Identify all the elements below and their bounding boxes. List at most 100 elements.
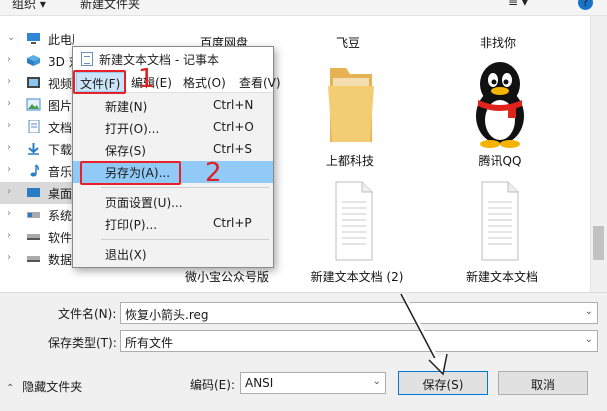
new-folder-button[interactable]: 新建文件夹 (80, 0, 140, 12)
menu-separator (101, 239, 269, 240)
hide-folders-label: 隐藏文件夹 (22, 380, 83, 394)
menu-item-shortcut: Ctrl+N (213, 98, 254, 112)
chevron-right-icon[interactable]: › (7, 208, 11, 219)
chevron-right-icon[interactable]: › (7, 120, 11, 131)
scrollbar-thumb[interactable] (593, 226, 604, 260)
nav-item-software-drive[interactable]: › 软件 (0, 226, 74, 248)
organize-button[interactable]: 组织 ▾ (12, 0, 46, 12)
file-item-feidou[interactable]: 飞豆 (300, 34, 396, 51)
file-item-new-text-doc[interactable]: 新建文本文档 (450, 268, 554, 285)
menu-separator (101, 187, 269, 188)
notepad-titlebar[interactable]: 新建文本文档 - 记事本 (73, 47, 273, 71)
menu-item-label: 退出(X) (105, 248, 147, 262)
chevron-right-icon[interactable]: › (7, 164, 11, 175)
menu-item-label: 页面设置(U)... (105, 196, 183, 210)
nav-item-label: 桌面 (48, 187, 73, 201)
chevron-down-icon[interactable]: ⌄ (585, 334, 593, 345)
desktop-icon (27, 188, 40, 197)
drive-icon (27, 256, 40, 262)
text-document-icon[interactable] (334, 180, 374, 262)
nav-item-data-drive[interactable]: › 数据 (E:) (0, 248, 74, 270)
menu-item-shortcut: Ctrl+S (213, 142, 253, 156)
nav-item-label: 音乐 (48, 165, 73, 179)
menu-item-shortcut: Ctrl+O (213, 120, 254, 134)
file-item-weixiaobao[interactable]: 微小宝公众号版 (172, 268, 282, 285)
nav-item-system-drive[interactable]: › 系统 (0, 204, 74, 226)
chevron-right-icon[interactable]: › (7, 76, 11, 87)
filename-label: 文件名(N): (58, 307, 117, 321)
nav-item-label: 下载 (48, 143, 73, 157)
encoding-label: 编码(E): (190, 378, 235, 392)
annotation-box-file-menu (73, 70, 126, 94)
annotation-arrow-icon (400, 293, 448, 376)
3d-objects-icon (27, 55, 40, 66)
filetype-select[interactable]: 所有文件 ⌄ (120, 330, 598, 352)
encoding-value: ANSI (245, 376, 274, 390)
video-icon (27, 77, 40, 88)
hide-folders-toggle[interactable]: ⌃ 隐藏文件夹 (6, 378, 82, 395)
nav-item-desktop[interactable]: › 桌面 (0, 182, 74, 204)
menu-item-label: 打开(O)... (105, 122, 160, 136)
nav-item-pictures[interactable]: › 图片 (0, 94, 74, 116)
navigation-pane: ⌄ 此电脑 › 3D 对 › 视频 › 图片 › 文档 › 下载 › 音乐 › … (0, 16, 74, 292)
nav-item-label: 文档 (48, 121, 73, 135)
nav-item-label: 数据 (E:) (48, 253, 74, 267)
annotation-step-1: 1 (138, 64, 155, 94)
view-options-icon[interactable]: ≡ ▾ (508, 0, 528, 9)
command-toolbar: 组织 ▾ 新建文件夹 ≡ ▾ ? (0, 0, 607, 16)
menu-item-open[interactable]: 打开(O)... Ctrl+O (73, 117, 273, 139)
document-icon (28, 120, 40, 133)
chevron-right-icon[interactable]: › (7, 186, 11, 197)
menu-item-save[interactable]: 保存(S) Ctrl+S (73, 139, 273, 161)
menu-item-page-setup[interactable]: 页面设置(U)... (73, 191, 273, 213)
picture-icon (26, 98, 41, 111)
nav-item-videos[interactable]: › 视频 (0, 72, 74, 94)
nav-item-3d-objects[interactable]: › 3D 对 (0, 50, 74, 72)
annotation-box-save-as (80, 161, 181, 185)
menu-format[interactable]: 格式(O) (183, 74, 226, 91)
nav-item-label: 图片 (48, 99, 73, 113)
menu-item-new[interactable]: 新建(N) Ctrl+N (73, 95, 273, 117)
chevron-right-icon[interactable]: › (7, 252, 11, 263)
download-icon (28, 143, 39, 155)
chevron-down-icon[interactable]: ⌄ (585, 306, 593, 317)
chevron-down-icon[interactable]: ⌄ (7, 32, 15, 43)
menu-item-print[interactable]: 打印(P)... Ctrl+P (73, 213, 273, 235)
nav-item-downloads[interactable]: › 下载 (0, 138, 74, 160)
filename-input[interactable]: 恢复小箭头.reg ⌄ (120, 302, 598, 324)
encoding-select[interactable]: ANSI ⌄ (240, 372, 386, 394)
chevron-right-icon[interactable]: › (7, 98, 11, 109)
menu-item-exit[interactable]: 退出(X) (73, 243, 273, 265)
filename-value: 恢复小箭头.reg (125, 308, 209, 322)
chevron-right-icon[interactable]: › (7, 142, 11, 153)
chevron-down-icon[interactable]: ⌄ (373, 376, 381, 387)
file-item-shangdu-tech[interactable]: 上都科技 (300, 152, 400, 169)
file-item-feizhaoni[interactable]: 非找你 (450, 34, 546, 51)
cancel-button[interactable]: 取消 (498, 371, 588, 395)
drive-icon (27, 234, 40, 240)
nav-item-this-pc[interactable]: ⌄ 此电脑 (0, 28, 74, 50)
file-item-new-text-doc-2[interactable]: 新建文本文档 (2) (302, 268, 412, 285)
chevron-up-icon: ⌃ (6, 383, 15, 394)
nav-item-music[interactable]: › 音乐 (0, 160, 74, 182)
music-icon (30, 164, 39, 177)
chevron-right-icon[interactable]: › (7, 54, 11, 65)
menu-item-label: 打印(P)... (105, 218, 158, 232)
nav-item-label: 视频 (48, 77, 73, 91)
file-item-tencent-qq[interactable]: 腾讯QQ (452, 152, 548, 169)
filetype-label: 保存类型(T): (48, 336, 117, 350)
filetype-value: 所有文件 (125, 336, 174, 350)
nav-item-label: 3D 对 (48, 55, 74, 69)
computer-icon (27, 33, 40, 44)
folder-icon[interactable] (326, 62, 376, 144)
chevron-right-icon[interactable]: › (7, 230, 11, 241)
menu-item-label: 保存(S) (105, 144, 146, 158)
text-document-icon[interactable] (480, 180, 520, 262)
nav-item-label: 软件 (48, 231, 73, 245)
menu-view[interactable]: 查看(V) (239, 74, 281, 91)
drive-icon (27, 212, 40, 218)
nav-item-label: 系统 (48, 209, 73, 223)
help-icon[interactable]: ? (578, 0, 593, 10)
nav-item-documents[interactable]: › 文档 (0, 116, 74, 138)
qq-penguin-icon[interactable] (470, 58, 530, 148)
